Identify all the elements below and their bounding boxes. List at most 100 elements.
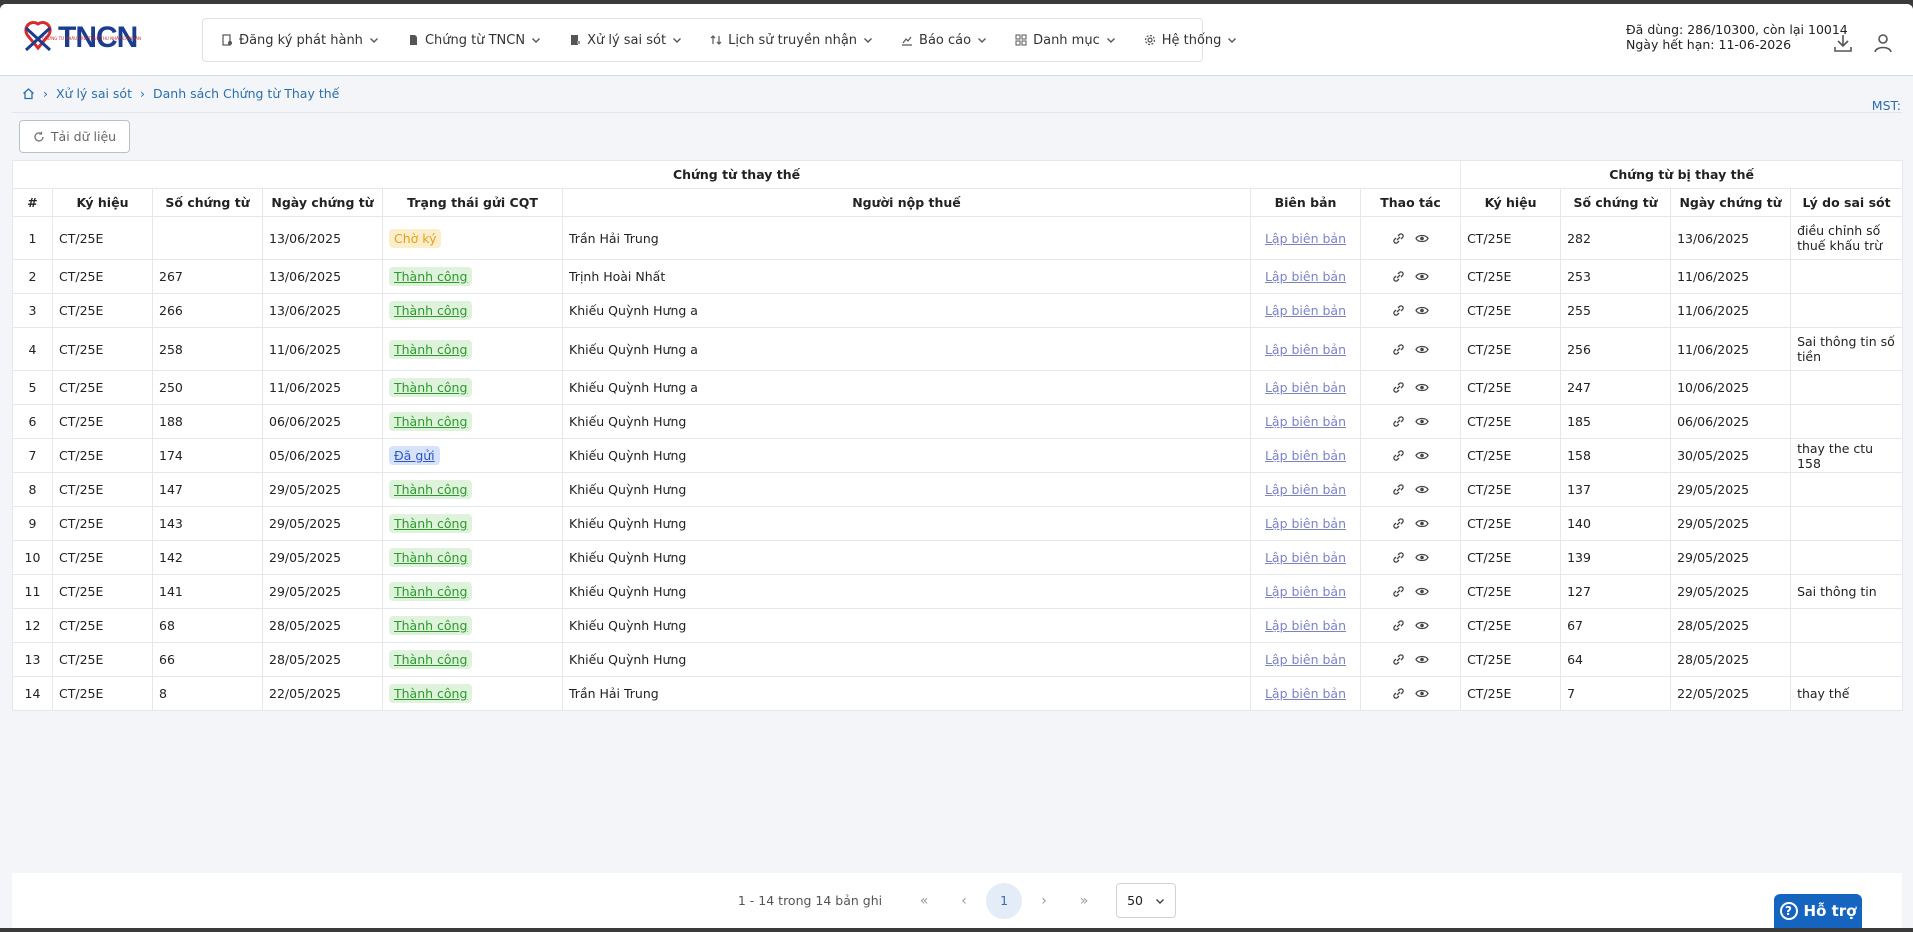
table-row[interactable]: 5 CT/25E 250 11/06/2025 Thành công Khiếu Quỳn…	[12, 370, 1904, 405]
help-button[interactable]: ? Hỗ trợ	[1774, 894, 1862, 928]
eye-icon[interactable]	[1415, 483, 1429, 496]
create-report-link[interactable]: Lập biên bản	[1257, 303, 1354, 318]
eye-icon[interactable]	[1415, 653, 1429, 666]
status-badge[interactable]: Thành công	[389, 616, 473, 635]
cell-bien-ban: Lập biên bản	[1250, 472, 1361, 507]
row-index: 5	[12, 370, 53, 405]
nav-item-1[interactable]: Đăng ký phát hành	[221, 33, 379, 48]
create-report-link[interactable]: Lập biên bản	[1257, 380, 1354, 395]
next-page-button[interactable]: ›	[1026, 883, 1062, 919]
table-row[interactable]: 9 CT/25E 143 29/05/2025 Thành công Khiếu Quỳn…	[12, 506, 1904, 541]
status-badge[interactable]: Thành công	[389, 412, 473, 431]
status-badge[interactable]: Thành công	[389, 548, 473, 567]
link-icon[interactable]	[1392, 343, 1405, 356]
link-icon[interactable]	[1392, 232, 1405, 245]
link-icon[interactable]	[1392, 381, 1405, 394]
eye-icon[interactable]	[1415, 232, 1429, 245]
status-badge[interactable]: Thành công	[389, 480, 473, 499]
link-icon[interactable]	[1392, 449, 1405, 462]
link-icon[interactable]	[1392, 483, 1405, 496]
nav-item-4[interactable]: Lịch sử truyền nhận	[710, 33, 873, 48]
create-report-link[interactable]: Lập biên bản	[1257, 618, 1354, 633]
reload-button[interactable]: Tải dữ liệu	[19, 120, 130, 153]
cell-ngay-replaced: 11/06/2025	[1670, 259, 1792, 294]
link-icon[interactable]	[1392, 653, 1405, 666]
create-report-link[interactable]: Lập biên bản	[1257, 269, 1354, 284]
table-row[interactable]: 14 CT/25E 8 22/05/2025 Thành công Trần Hải Tr…	[12, 676, 1904, 711]
create-report-link[interactable]: Lập biên bản	[1257, 550, 1354, 565]
create-report-link[interactable]: Lập biên bản	[1257, 448, 1354, 463]
row-index: 10	[12, 540, 53, 575]
status-badge[interactable]: Thành công	[389, 582, 473, 601]
link-icon[interactable]	[1392, 551, 1405, 564]
breadcrumb-level-1[interactable]: Xử lý sai sót	[56, 86, 132, 101]
nav-item-3[interactable]: Xử lý sai sót	[569, 33, 682, 48]
status-badge[interactable]: Đã gửi	[389, 446, 440, 465]
eye-icon[interactable]	[1415, 343, 1429, 356]
nav-item-5[interactable]: Báo cáo	[901, 33, 987, 48]
eye-icon[interactable]	[1415, 619, 1429, 632]
eye-icon[interactable]	[1415, 449, 1429, 462]
create-report-link[interactable]: Lập biên bản	[1257, 516, 1354, 531]
status-badge[interactable]: Thành công	[389, 339, 473, 359]
eye-icon[interactable]	[1415, 585, 1429, 598]
cell-kyhieu: CT/25E	[52, 506, 153, 541]
nav-item-7[interactable]: Hệ thống	[1144, 33, 1238, 48]
create-report-link[interactable]: Lập biên bản	[1257, 231, 1354, 246]
table-row[interactable]: 2 CT/25E 267 13/06/2025 Thành công Trịnh Hoài…	[12, 259, 1904, 294]
home-icon[interactable]	[22, 87, 35, 100]
status-badge[interactable]: Thành công	[389, 301, 473, 320]
create-report-link[interactable]: Lập biên bản	[1257, 686, 1354, 701]
create-report-link[interactable]: Lập biên bản	[1257, 652, 1354, 667]
cell-status: Chờ ký	[382, 216, 563, 260]
create-report-link[interactable]: Lập biên bản	[1257, 342, 1354, 357]
status-badge[interactable]: Thành công	[389, 378, 473, 397]
eye-icon[interactable]	[1415, 270, 1429, 283]
link-icon[interactable]	[1392, 687, 1405, 700]
create-report-link[interactable]: Lập biên bản	[1257, 584, 1354, 599]
nav-item-6[interactable]: Danh mục	[1015, 33, 1116, 48]
cell-ngay-chung-tu: 28/05/2025	[262, 608, 383, 643]
eye-icon[interactable]	[1415, 517, 1429, 530]
create-report-link[interactable]: Lập biên bản	[1257, 482, 1354, 497]
user-icon[interactable]	[1872, 32, 1894, 54]
link-icon[interactable]	[1392, 304, 1405, 317]
prev-page-button[interactable]: ‹	[946, 883, 982, 919]
cell-ly-do	[1790, 259, 1904, 294]
nav-item-2[interactable]: Chứng từ TNCN	[407, 33, 541, 48]
link-icon[interactable]	[1392, 517, 1405, 530]
status-badge[interactable]: Thành công	[389, 650, 473, 669]
cell-kyhieu: CT/25E	[52, 472, 153, 507]
table-row[interactable]: 11 CT/25E 141 29/05/2025 Thành công Khiếu Quỳ…	[12, 574, 1904, 609]
eye-icon[interactable]	[1415, 304, 1429, 317]
first-page-button[interactable]: «	[906, 883, 942, 919]
cell-status: Thành công	[382, 327, 563, 371]
cell-ngay-chung-tu: 22/05/2025	[262, 676, 383, 711]
table-row[interactable]: 3 CT/25E 266 13/06/2025 Thành công Khiếu Quỳn…	[12, 293, 1904, 328]
eye-icon[interactable]	[1415, 551, 1429, 564]
link-icon[interactable]	[1392, 415, 1405, 428]
eye-icon[interactable]	[1415, 415, 1429, 428]
page-number-button[interactable]: 1	[986, 882, 1023, 919]
table-row[interactable]: 13 CT/25E 66 28/05/2025 Thành công Khiếu Quỳn…	[12, 642, 1904, 677]
table-row[interactable]: 4 CT/25E 258 11/06/2025 Thành công Khiếu Quỳn…	[12, 327, 1904, 371]
table-row[interactable]: 7 CT/25E 174 05/06/2025 Đã gửi Khiếu Quỳnh Hư…	[12, 438, 1904, 473]
table-row[interactable]: 1 CT/25E 13/06/2025 Chờ ký Trần Hải Trung Lập…	[12, 216, 1904, 260]
status-badge[interactable]: Thành công	[389, 267, 473, 286]
status-badge[interactable]: Thành công	[389, 684, 473, 703]
eye-icon[interactable]	[1415, 381, 1429, 394]
table-row[interactable]: 6 CT/25E 188 06/06/2025 Thành công Khiếu Quỳn…	[12, 404, 1904, 439]
download-icon[interactable]	[1832, 32, 1854, 54]
table-row[interactable]: 12 CT/25E 68 28/05/2025 Thành công Khiếu Quỳn…	[12, 608, 1904, 643]
status-badge[interactable]: Thành công	[389, 514, 473, 533]
eye-icon[interactable]	[1415, 687, 1429, 700]
create-report-link[interactable]: Lập biên bản	[1257, 414, 1354, 429]
top-header: TNCN CHỨNG TỪ KHẤU TRỪ THUẾ THU NHẬP CÁ …	[0, 4, 1913, 76]
page-size-select[interactable]: 50	[1116, 883, 1177, 918]
table-row[interactable]: 8 CT/25E 147 29/05/2025 Thành công Khiếu Quỳn…	[12, 472, 1904, 507]
link-icon[interactable]	[1392, 270, 1405, 283]
link-icon[interactable]	[1392, 585, 1405, 598]
link-icon[interactable]	[1392, 619, 1405, 632]
last-page-button[interactable]: »	[1066, 883, 1102, 919]
table-row[interactable]: 10 CT/25E 142 29/05/2025 Thành công Khiếu Quỳ…	[12, 540, 1904, 575]
